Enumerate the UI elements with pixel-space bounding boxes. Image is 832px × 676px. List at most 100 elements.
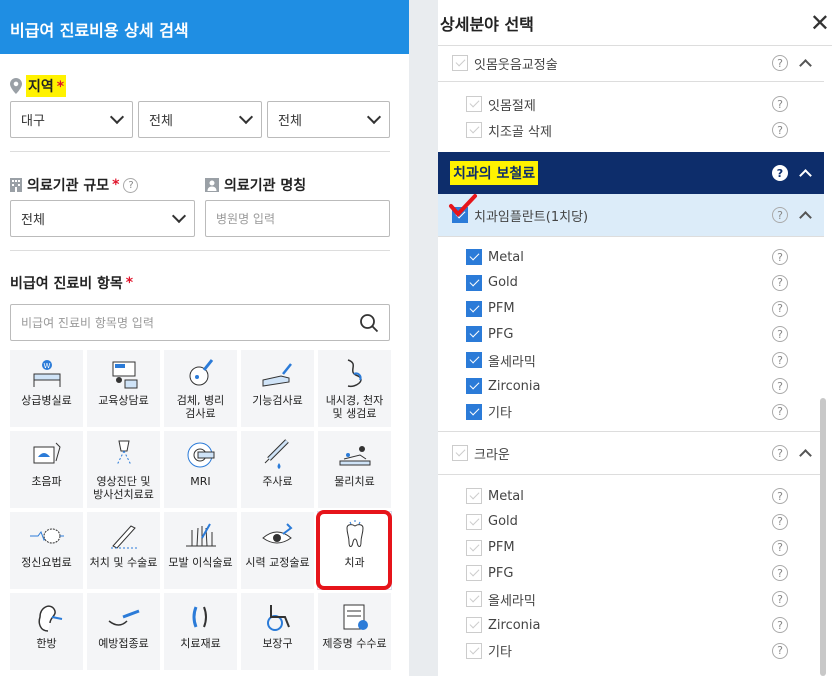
checkbox[interactable] [466, 488, 482, 504]
option-item[interactable]: Zirconia? [438, 376, 824, 396]
search-icon[interactable] [359, 313, 379, 333]
select-value: 전체 [149, 114, 173, 129]
group-implant[interactable]: 치과임플란트(1치당) ? [438, 205, 824, 225]
option-label: 기타 [488, 645, 512, 661]
option-label: PFG [488, 565, 514, 581]
region-district-select[interactable]: 전체 [138, 101, 262, 138]
tile-consult[interactable]: 교육상담료 [87, 350, 160, 427]
divider [438, 236, 824, 237]
help-icon[interactable]: ? [772, 488, 788, 504]
help-icon[interactable]: ? [772, 445, 788, 461]
option-item[interactable]: Gold? [438, 512, 824, 532]
option-item[interactable]: 기타? [438, 641, 824, 661]
help-icon[interactable]: ? [772, 207, 788, 223]
tile-certificate[interactable]: 제증명 수수료 [318, 593, 391, 670]
tile-vision[interactable]: 시력 교정술료 [241, 512, 314, 589]
tile-mri[interactable]: MRI [164, 431, 237, 508]
option-item[interactable]: 올세라믹? [438, 350, 824, 370]
checkbox[interactable] [466, 591, 482, 608]
help-icon[interactable]: ? [123, 177, 139, 193]
checkbox[interactable] [452, 55, 468, 71]
tile-psych[interactable]: 정신요법료 [10, 512, 83, 589]
tile-specimen[interactable]: 검체, 병리 검사료 [164, 350, 237, 427]
checkbox[interactable] [466, 378, 482, 394]
checkbox[interactable] [466, 300, 482, 317]
option-item[interactable]: Zirconia? [438, 615, 824, 635]
checkbox[interactable] [466, 274, 482, 291]
region-town-select[interactable]: 전체 [267, 101, 390, 138]
group-crown[interactable]: 크라운 ? [438, 443, 824, 463]
help-icon[interactable]: ? [772, 300, 788, 317]
checkbox[interactable] [466, 539, 482, 556]
help-icon[interactable]: ? [772, 378, 788, 394]
tile-injection[interactable]: 주사료 [241, 431, 314, 508]
checkbox[interactable] [466, 617, 482, 633]
checkbox[interactable] [452, 445, 468, 461]
tile-label: 검체, 병리 검사료 [176, 394, 225, 420]
checkbox[interactable] [466, 642, 482, 659]
item-search-input[interactable]: 비급여 진료비 항목명 입력 [10, 304, 390, 341]
checkbox[interactable] [466, 513, 482, 530]
help-icon[interactable]: ? [772, 513, 788, 530]
help-icon[interactable]: ? [772, 565, 788, 582]
chevron-up-icon[interactable] [799, 448, 812, 462]
help-icon[interactable]: ? [772, 617, 788, 633]
scale-select[interactable]: 전체 [10, 200, 195, 237]
help-icon[interactable]: ? [772, 96, 788, 112]
chevron-up-icon[interactable] [799, 168, 812, 182]
chevron-up-icon[interactable] [799, 210, 812, 224]
tile-vaccine[interactable]: 예방접종료 [87, 593, 160, 670]
tile-function[interactable]: 기능검사료 [241, 350, 314, 427]
region-city-select[interactable]: 대구 [10, 101, 133, 138]
checkbox[interactable] [466, 403, 482, 420]
option-item[interactable]: Gold? [438, 273, 824, 293]
help-icon[interactable]: ? [772, 539, 788, 556]
help-icon[interactable]: ? [772, 249, 788, 265]
option-item[interactable]: PFG? [438, 324, 824, 344]
help-icon[interactable]: ? [772, 326, 788, 343]
option-item[interactable]: 올세라믹? [438, 589, 824, 609]
tile-aid[interactable]: 보장구 [241, 593, 314, 670]
tile-bed[interactable]: W 상급병실료 [10, 350, 83, 427]
option-item[interactable]: 기타? [438, 402, 824, 422]
option-item[interactable]: Metal? [438, 486, 824, 506]
hospital-name-input[interactable]: 병원명 입력 [205, 200, 390, 237]
option-item[interactable]: PFM? [438, 538, 824, 558]
tile-imaging[interactable]: 영상진단 및 방사선치료료 [87, 431, 160, 508]
group-gum-smile[interactable]: 잇몸웃음교정술 ? [438, 53, 824, 73]
material-icon [192, 606, 207, 628]
option-item[interactable]: PFG? [438, 563, 824, 583]
tile-label: 교육상담료 [98, 394, 149, 407]
checkbox[interactable] [466, 122, 482, 138]
item-label: 치조골 삭제 [488, 124, 552, 140]
help-icon[interactable]: ? [772, 165, 788, 181]
section-prosthetics[interactable]: 치과의 보철료 ? [438, 152, 824, 194]
tile-physio[interactable]: 물리치료 [318, 431, 391, 508]
checkbox[interactable] [466, 249, 482, 265]
scrollbar-thumb[interactable] [820, 398, 826, 676]
tile-material[interactable]: 치료재료 [164, 593, 237, 670]
help-icon[interactable]: ? [772, 642, 788, 659]
tile-oriental[interactable]: 한방 [10, 593, 83, 670]
tile-endoscope[interactable]: 내시경, 천자 및 생검료 [318, 350, 391, 427]
option-item[interactable]: PFM? [438, 299, 824, 319]
tile-hair[interactable]: 모발 이식술료 [164, 512, 237, 589]
checkbox[interactable] [466, 96, 482, 112]
option-label: Zirconia [488, 617, 541, 633]
close-icon[interactable]: ✕ [810, 9, 830, 37]
help-icon[interactable]: ? [772, 55, 788, 71]
chevron-up-icon[interactable] [799, 58, 812, 72]
item-alveolar[interactable]: 치조골 삭제 ? [438, 120, 824, 140]
option-item[interactable]: Metal? [438, 247, 824, 267]
help-icon[interactable]: ? [772, 591, 788, 608]
checkbox[interactable] [466, 326, 482, 343]
help-icon[interactable]: ? [772, 403, 788, 420]
help-icon[interactable]: ? [772, 274, 788, 291]
tile-ultrasound[interactable]: 초음파 [10, 431, 83, 508]
item-gum-resection[interactable]: 잇몸절제 ? [438, 94, 824, 114]
help-icon[interactable]: ? [772, 352, 788, 369]
help-icon[interactable]: ? [772, 122, 788, 138]
checkbox[interactable] [466, 565, 482, 582]
tile-surgery[interactable]: 처치 및 수술료 [87, 512, 160, 589]
checkbox[interactable] [466, 352, 482, 369]
